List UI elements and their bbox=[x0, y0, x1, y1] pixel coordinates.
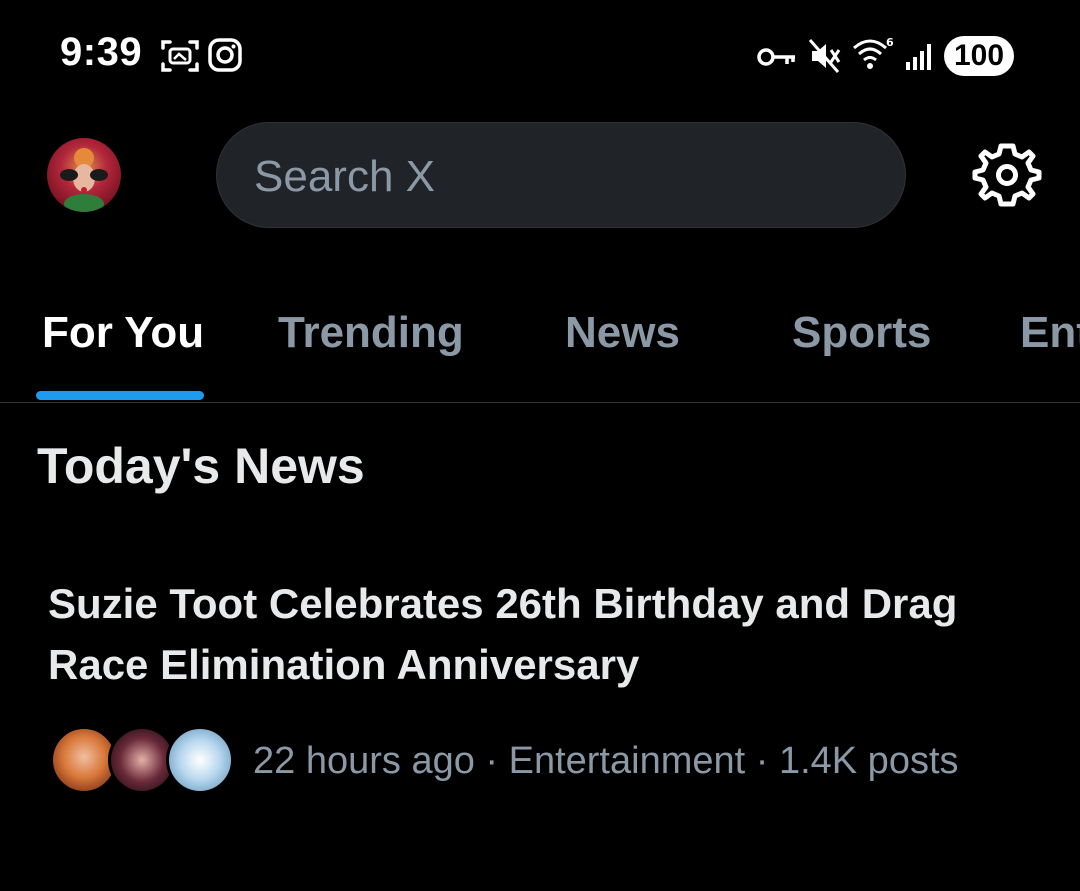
battery-indicator: 100 bbox=[944, 36, 1014, 76]
search-input[interactable]: Search X bbox=[216, 122, 906, 228]
explore-screen: 9:39 6 100 Search X For You Trending New… bbox=[0, 0, 1080, 891]
instagram-icon bbox=[208, 38, 242, 72]
story-meta-text: 22 hours ago · Entertainment · 1.4K post… bbox=[253, 740, 959, 782]
vibrate-off-icon bbox=[808, 39, 841, 73]
tab-sports[interactable]: Sports bbox=[792, 308, 931, 358]
tab-divider bbox=[0, 402, 1080, 403]
signal-icon bbox=[906, 44, 931, 70]
avatar-image bbox=[60, 148, 108, 212]
wifi-6-icon: 6 bbox=[853, 36, 894, 69]
gear-icon[interactable] bbox=[972, 140, 1042, 210]
contributor-avatar bbox=[166, 726, 234, 794]
active-tab-indicator bbox=[36, 391, 204, 400]
section-title: Today's News bbox=[37, 438, 365, 494]
tab-entertainment[interactable]: Ent bbox=[1020, 308, 1080, 358]
screenshot-icon bbox=[161, 40, 199, 72]
svg-text:6: 6 bbox=[886, 36, 894, 49]
tab-for-you[interactable]: For You bbox=[42, 308, 204, 358]
status-bar: 9:39 6 100 bbox=[0, 0, 1080, 110]
vpn-key-icon bbox=[757, 48, 795, 66]
status-time: 9:39 bbox=[60, 30, 143, 74]
tab-trending[interactable]: Trending bbox=[278, 308, 464, 358]
tab-news[interactable]: News bbox=[565, 308, 680, 358]
news-headline[interactable]: Suzie Toot Celebrates 26th Birthday and … bbox=[48, 573, 1048, 695]
profile-avatar[interactable] bbox=[47, 138, 121, 212]
search-placeholder: Search X bbox=[254, 152, 435, 201]
story-meta-row[interactable]: 22 hours ago · Entertainment · 1.4K post… bbox=[50, 726, 1050, 798]
